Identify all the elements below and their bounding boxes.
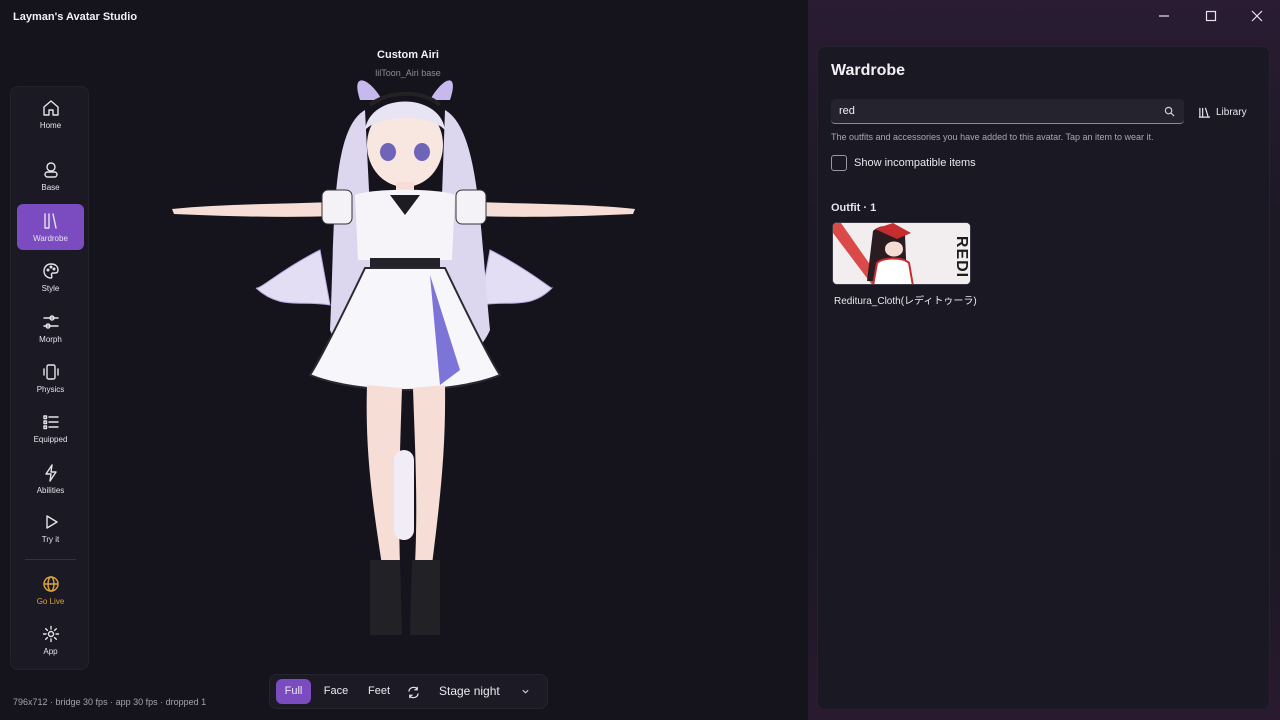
wardrobe-panel: Wardrobe Library The outfits and accesso… <box>817 46 1270 710</box>
outfit-thumbnail-art <box>833 223 970 284</box>
view-feet-button[interactable]: Feet <box>362 679 396 704</box>
sidebar-item-physics[interactable]: Physics <box>17 355 84 401</box>
minimize-icon <box>1159 15 1169 17</box>
sidebar-item-label: Abilities <box>36 485 65 495</box>
home-icon <box>42 99 59 116</box>
show-incompatible-checkbox[interactable] <box>831 155 847 171</box>
avatar-base-name: lilToon_Airi base <box>375 68 441 78</box>
avatar-name: Custom Airi <box>377 49 439 61</box>
library-button-label: Library <box>1216 106 1247 118</box>
minimize-button[interactable] <box>1149 4 1179 28</box>
avatar-viewport[interactable] <box>0 0 808 720</box>
sidebar-item-label: Try it <box>41 534 60 544</box>
stage-select-value: Stage night <box>439 684 500 698</box>
sidebar-item-abilities[interactable]: Abilities <box>17 456 84 502</box>
sidebar-item-label: Wardrobe <box>33 233 68 243</box>
globe-icon <box>42 575 59 592</box>
sidebar-item-home[interactable]: Home <box>17 91 84 137</box>
stage-select[interactable]: Stage night <box>436 679 540 704</box>
view-face-button[interactable]: Face <box>318 679 354 704</box>
sliders-icon <box>42 314 59 329</box>
sidebar-item-style[interactable]: Style <box>17 254 84 300</box>
search-icon[interactable] <box>1164 106 1175 117</box>
status-line: 796x712 · bridge 30 fps · app 30 fps · d… <box>13 697 207 707</box>
refresh-icon[interactable] <box>407 686 420 699</box>
library-icon <box>1198 107 1211 118</box>
outfit-thumbnail-text: REDI <box>952 235 970 279</box>
outfit-thumbnail: REDI <box>832 222 971 285</box>
sidebar-item-wardrobe[interactable]: Wardrobe <box>17 204 84 250</box>
palette-icon <box>42 262 59 279</box>
sidebar-item-go-live[interactable]: Go Live <box>17 567 84 613</box>
close-button[interactable] <box>1242 4 1272 28</box>
vibrate-icon <box>42 363 59 380</box>
show-incompatible-toggle[interactable]: Show incompatible items <box>831 155 976 171</box>
maximize-icon <box>1205 10 1217 22</box>
sidebar-item-equipped[interactable]: Equipped <box>17 405 84 451</box>
chevron-down-icon <box>522 689 529 694</box>
sidebar-nav: Home Base Wardrobe Style Morph Physics E… <box>10 86 89 670</box>
panel-title: Wardrobe <box>831 62 906 79</box>
show-incompatible-label: Show incompatible items <box>854 157 976 169</box>
sidebar-item-try-it[interactable]: Try it <box>17 505 84 551</box>
sidebar-item-label: Go Live <box>36 596 65 606</box>
user-icon <box>43 161 58 178</box>
sidebar-item-label: Equipped <box>33 434 68 444</box>
gear-icon <box>42 625 59 642</box>
section-heading: Outfit · 1 <box>831 202 877 214</box>
sidebar-item-label: Morph <box>39 334 62 344</box>
list-icon <box>42 414 59 429</box>
view-full-button[interactable]: Full <box>276 679 311 704</box>
sidebar-item-label: App <box>43 646 58 656</box>
sidebar-item-morph[interactable]: Morph <box>17 305 84 351</box>
avatar-figure[interactable] <box>160 70 650 650</box>
library-button[interactable]: Library <box>1198 103 1247 121</box>
outfit-card[interactable]: REDI Reditura_Cloth(レディトゥーラ) <box>832 222 977 307</box>
close-icon <box>1251 10 1263 22</box>
helper-text: The outfits and accessories you have add… <box>831 132 1154 142</box>
sidebar-divider <box>25 559 76 560</box>
sidebar-item-app[interactable]: App <box>17 617 84 663</box>
library-icon <box>43 212 57 229</box>
sidebar-item-label: Physics <box>36 384 65 394</box>
sidebar-item-base[interactable]: Base <box>17 153 84 199</box>
outfit-name: Reditura_Cloth(レディトゥーラ) <box>834 296 977 307</box>
view-mode-bar: Full Face Feet Stage night <box>269 674 548 709</box>
maximize-button[interactable] <box>1196 4 1226 28</box>
search-box <box>831 99 1184 124</box>
sidebar-item-label: Home <box>39 120 62 130</box>
play-icon <box>45 514 58 529</box>
bolt-icon <box>44 463 57 482</box>
app-title: Layman's Avatar Studio <box>13 11 138 23</box>
sidebar-item-label: Base <box>41 182 60 192</box>
sidebar-item-label: Style <box>41 283 60 293</box>
search-input[interactable] <box>839 99 1149 123</box>
